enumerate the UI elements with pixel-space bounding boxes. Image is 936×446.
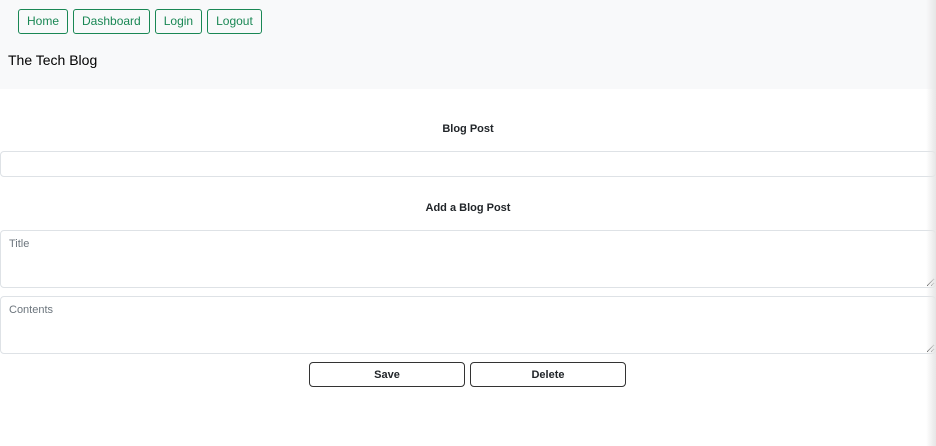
nav-bar: Home Dashboard Login Logout xyxy=(18,9,262,34)
blog-post-heading: Blog Post xyxy=(442,123,494,135)
site-title: The Tech Blog xyxy=(8,52,98,68)
nav-home-button[interactable]: Home xyxy=(18,9,69,34)
nav-logout-button[interactable]: Logout xyxy=(207,9,262,34)
delete-button[interactable]: Delete xyxy=(470,362,626,387)
title-input[interactable] xyxy=(0,230,936,288)
save-button[interactable]: Save xyxy=(309,362,465,387)
scroll-edge-shadow xyxy=(926,0,936,446)
nav-login-button[interactable]: Login xyxy=(154,9,203,34)
contents-input[interactable] xyxy=(0,296,936,354)
add-post-heading: Add a Blog Post xyxy=(425,202,511,214)
nav-dashboard-button[interactable]: Dashboard xyxy=(73,9,150,34)
site-header: Home Dashboard Login Logout The Tech Blo… xyxy=(0,0,936,89)
blog-post-container xyxy=(0,151,936,177)
